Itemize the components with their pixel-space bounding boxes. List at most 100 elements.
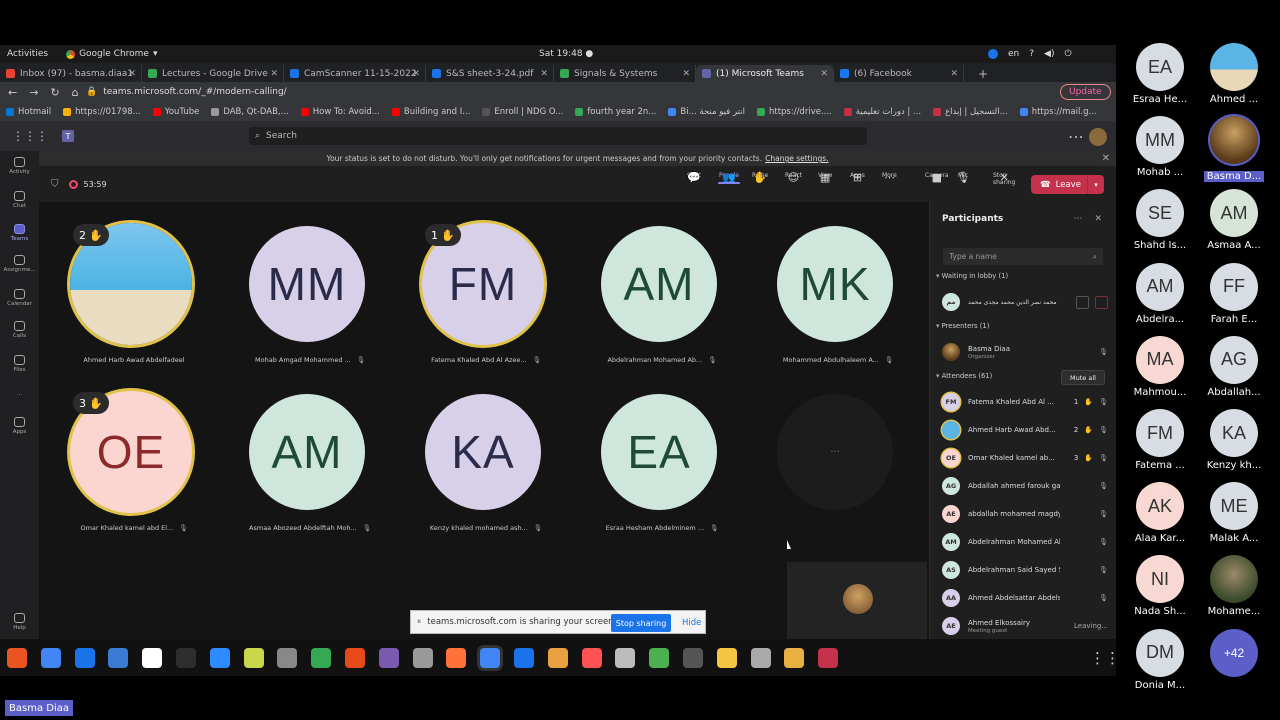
gallery-tile[interactable]: +42 [1194, 628, 1274, 677]
attendee-row[interactable]: AS Abdelrahman Said Sayed Salem 🎙 [942, 559, 1112, 581]
gallery-tile[interactable]: FF Farah E... [1194, 262, 1274, 325]
home-icon[interactable]: ⌂ [72, 86, 79, 99]
hide-button[interactable]: Hide [682, 614, 701, 632]
lock-icon[interactable]: 🔒 [86, 87, 97, 97]
participant-tile[interactable]: KA Kenzy khaled mohamed ash... 🎙 [398, 370, 574, 532]
participant-tile[interactable]: AM Asmaa Abozeed Abdelftah Moh... 🎙 [222, 370, 398, 532]
amazon-icon[interactable] [142, 648, 163, 668]
close-icon[interactable]: ✕ [270, 69, 278, 79]
attendee-row[interactable]: FM Fatema Khaled Abd Al ... 1 ✋ 🎙 [942, 391, 1112, 413]
gallery-tile[interactable]: Ahmed ... [1194, 43, 1274, 105]
bookmark-item[interactable]: Bi... انتر فيو منحة [668, 107, 745, 117]
forward-icon[interactable]: → [29, 86, 38, 99]
bookmark-item[interactable]: https://drive.... [756, 107, 832, 117]
bookmark-item[interactable]: Building and I... [391, 107, 470, 117]
browser-tab[interactable]: Inbox (97) - basma.diaa1 ✕ [0, 65, 142, 82]
participant-tile[interactable]: FM 1 ✋ Fatema Khaled Abd Al Azee... 🎙 [398, 202, 574, 364]
help-icon[interactable]: ? [1029, 49, 1034, 59]
language-indicator[interactable]: en [1008, 49, 1019, 59]
gallery-tile[interactable]: KA Kenzy kh... [1194, 409, 1274, 471]
rail-item-help[interactable]: Help [0, 613, 39, 631]
tool-stop-sharing[interactable]: ✕ Stop sharing [993, 172, 1015, 187]
gallery-tile[interactable]: SE Shahd Is... [1120, 189, 1200, 251]
rail-item-assignme[interactable]: Assignme... [0, 255, 39, 273]
ubuntu-software-icon[interactable] [7, 648, 27, 668]
browser-tab[interactable]: (1) Microsoft Teams ✕ [696, 65, 834, 82]
gallery-tile[interactable]: Basma D... [1194, 116, 1274, 183]
bookmark-item[interactable]: Enroll | NDG O... [482, 107, 563, 117]
bookmark-item[interactable]: YouTube [152, 107, 199, 117]
browser-tab[interactable]: (6) Facebook ✕ [834, 65, 964, 82]
rail-item-teams[interactable]: Teams [0, 224, 39, 242]
more-options-icon[interactable]: ⋯ [1068, 127, 1084, 146]
close-icon[interactable]: ✕ [128, 69, 136, 79]
attendee-row[interactable]: AA Ahmed Abdelsattar Abdelsatta... 🎙 [942, 587, 1112, 609]
camera-icon[interactable] [277, 648, 298, 668]
text-editor-icon[interactable] [750, 648, 771, 668]
clock[interactable]: Sat 19:48 ● [539, 49, 593, 59]
back-icon[interactable]: ← [8, 86, 17, 99]
attendee-row[interactable]: OE Omar Khaled kamel ab... 3 ✋ 🎙 [942, 447, 1112, 469]
rail-item-apps[interactable]: Apps [0, 417, 39, 435]
bookmark-item[interactable]: fourth year 2n... [575, 107, 656, 117]
new-tab-button[interactable]: + [978, 65, 988, 82]
mute-all-button[interactable]: Mute all [1061, 370, 1105, 385]
participant-tile[interactable]: AM Abdelrahman Mohamed Ab... 🎙 [574, 202, 750, 364]
notes-icon[interactable] [547, 648, 568, 668]
browser-tab[interactable]: Signals & Systems ✕ [554, 65, 696, 82]
participant-tile[interactable]: MK Mohammed Abdulhaleem A... 🎙 [750, 202, 926, 364]
close-icon[interactable]: ✕ [682, 69, 690, 79]
video-icon[interactable] [683, 648, 703, 668]
participant-tile[interactable]: OE 3 ✋ Omar Khaled kamel abd El... 🎙 [46, 370, 222, 532]
system-tray[interactable]: en ? ◀) ⏻ [988, 49, 1072, 59]
close-icon[interactable]: ✕ [540, 69, 548, 79]
panel-more-icon[interactable]: ⋯ [1073, 214, 1082, 224]
teams-tray-icon[interactable] [988, 49, 998, 59]
browser-tab[interactable]: Lectures - Google Drive ✕ [142, 65, 284, 82]
chrome-icon[interactable] [480, 648, 501, 668]
rail-item-calendar[interactable]: Calendar [0, 289, 39, 307]
gallery-tile[interactable]: Mohame... [1194, 555, 1274, 617]
attendee-row[interactable]: AE Ahmed Elkossairy Meeting guest Leaving..… [942, 615, 1112, 637]
rail-item-files[interactable]: Files [0, 355, 39, 373]
participant-tile[interactable]: ··· [750, 370, 926, 530]
bookmark-item[interactable]: https://mail.g... [1019, 107, 1097, 117]
gallery-tile[interactable]: AG Abdallah... [1194, 335, 1274, 398]
zoom-icon[interactable] [209, 648, 230, 668]
lobby-row[interactable]: مم محمد نصر الدين محمد مجدى محمد [942, 291, 1112, 313]
leave-options-chevron[interactable]: ▾ [1087, 175, 1104, 194]
chromium-icon[interactable] [40, 648, 61, 668]
screenshot-icon[interactable] [818, 648, 839, 668]
bookmark-item[interactable]: التسجيل | إبداع... [933, 107, 1008, 117]
presenters-header[interactable]: Presenters (1) [936, 322, 990, 330]
shield-icon[interactable]: ⛉ [51, 179, 59, 190]
rail-item-[interactable]: ... [0, 391, 39, 397]
attendee-row[interactable]: AM Abdelrahman Mohamed Abdel... 🎙 [942, 531, 1112, 553]
edit-icon[interactable] [649, 648, 670, 668]
tool-more[interactable]: ⋯ More [882, 172, 897, 184]
power-icon[interactable]: ⏻ [1064, 49, 1071, 59]
attendee-row[interactable]: AG Abdallah ahmed farouk gad 🎙 [942, 475, 1112, 497]
thunderbird-icon[interactable] [74, 648, 95, 668]
deny-button[interactable] [1095, 295, 1108, 309]
bookmark-item[interactable]: How To: Avoid... [300, 107, 380, 117]
rail-item-calls[interactable]: Calls [0, 321, 39, 339]
gallery-tile[interactable]: AM Asmaa A... [1194, 189, 1274, 251]
archive-icon[interactable] [615, 648, 636, 668]
teams-search-box[interactable]: ⌕ Search [249, 127, 867, 145]
close-icon[interactable]: ✕ [820, 69, 828, 79]
close-icon[interactable]: ✕ [1102, 153, 1110, 164]
activities-button[interactable]: Activities [7, 49, 48, 59]
attendee-row[interactable]: Ahmed Harb Awad Abd... 2 ✋ 🎙 [942, 419, 1112, 441]
profile-avatar[interactable] [1089, 128, 1107, 146]
gallery-tile[interactable]: ME Malak A... [1194, 482, 1274, 544]
attendee-row[interactable]: AE abdallah mohamed magdy kam... 🎙 [942, 503, 1112, 525]
participant-tile[interactable]: 2 ✋ Ahmed Harb Awad Abdelfadeel [46, 202, 222, 364]
stop-sharing-button[interactable]: Stop sharing [611, 614, 671, 632]
gallery-tile[interactable]: AM Abdelra... [1120, 262, 1200, 325]
gallery-tile[interactable]: MA Mahmou... [1120, 335, 1200, 398]
gallery-tile[interactable]: DM Donia M... [1120, 628, 1200, 691]
participant-search[interactable]: Type a name ⌕ [943, 248, 1103, 265]
app-launcher-icon[interactable]: ⋮⋮⋮ [12, 129, 48, 143]
help-icon[interactable] [108, 648, 129, 668]
